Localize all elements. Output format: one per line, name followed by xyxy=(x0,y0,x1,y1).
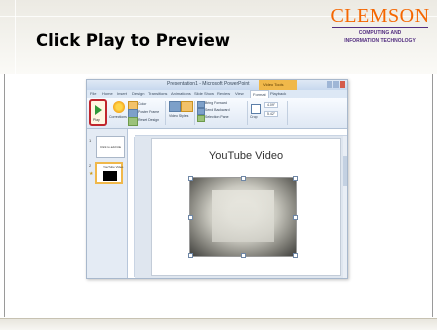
thumbnail-video xyxy=(103,171,117,181)
close-icon[interactable] xyxy=(339,81,345,88)
tab-insert[interactable]: Insert xyxy=(117,91,127,96)
tab-animations[interactable]: Animations xyxy=(171,91,191,96)
send-backward-label[interactable]: Send Backward xyxy=(205,108,230,112)
transition-star-icon: ★ xyxy=(89,171,94,177)
clemson-logo: CLEMSON COMPUTING AND INFORMATION TECHNO… xyxy=(330,6,430,56)
resize-handle[interactable] xyxy=(293,176,298,181)
powerpoint-screenshot: Presentation1 - Microsoft PowerPoint Vid… xyxy=(86,79,348,279)
vertical-scrollbar[interactable] xyxy=(343,136,347,278)
video-styles-label[interactable]: Video Styles xyxy=(169,114,188,118)
logo-wordmark: CLEMSON xyxy=(330,5,430,27)
logo-subtitle-line1: COMPUTING AND xyxy=(358,30,402,36)
resize-handle[interactable] xyxy=(241,253,246,258)
tab-slide-show[interactable]: Slide Show xyxy=(194,91,214,96)
height-field[interactable]: 4.09" xyxy=(264,102,279,108)
slide-thumbnail-1[interactable]: Click to add title xyxy=(96,136,125,158)
selection-pane-icon[interactable] xyxy=(197,115,205,122)
thumbnail-number: 2 xyxy=(89,163,92,168)
crop-icon[interactable] xyxy=(251,104,261,114)
video-shape-icon[interactable] xyxy=(181,101,193,112)
ppt-window-title: Presentation1 - Microsoft PowerPoint xyxy=(167,81,250,87)
ribbon-separator xyxy=(247,101,248,125)
crop-label[interactable]: Crop xyxy=(250,115,258,119)
logo-subtitle-line2: INFORMATION TECHNOLOGY xyxy=(344,38,416,44)
scrollbar-thumb[interactable] xyxy=(343,156,347,186)
selection-pane-label[interactable]: Selection Pane xyxy=(205,115,229,119)
ribbon: Play Corrections Color Poster Frame Rese… xyxy=(87,98,347,129)
context-tab-label: Video Tools xyxy=(263,82,284,87)
minimize-icon[interactable] xyxy=(327,81,333,88)
play-label: Play xyxy=(93,118,100,122)
horizontal-ruler xyxy=(135,129,347,136)
resize-handle[interactable] xyxy=(188,176,193,181)
video-placeholder[interactable] xyxy=(188,176,298,258)
video-tools-context-tab: Video Tools xyxy=(259,80,297,90)
play-button[interactable]: Play xyxy=(89,99,107,126)
reset-design-icon[interactable] xyxy=(128,117,138,126)
slide-thumbnail-2[interactable]: YouTube Video xyxy=(95,162,123,184)
slide-thumbnails-pane: 1 Click to add title 2 ★ YouTube Video xyxy=(87,129,128,278)
tab-home[interactable]: Home xyxy=(102,91,113,96)
ribbon-tabs: File Home Insert Design Transitions Anim… xyxy=(87,90,347,98)
tab-design[interactable]: Design xyxy=(132,91,144,96)
tab-playback[interactable]: Playback xyxy=(270,91,286,96)
bring-forward-label[interactable]: Bring Forward xyxy=(205,101,227,105)
slide-page: YouTube Video xyxy=(151,138,341,276)
corrections-label[interactable]: Corrections xyxy=(109,115,127,119)
send-backward-icon[interactable] xyxy=(197,108,205,115)
tab-file[interactable]: File xyxy=(90,91,96,96)
tab-transitions[interactable]: Transitions xyxy=(148,91,167,96)
bring-forward-icon[interactable] xyxy=(197,101,205,108)
ppt-title-bar: Presentation1 - Microsoft PowerPoint Vid… xyxy=(87,80,347,90)
resize-handle[interactable] xyxy=(188,253,193,258)
reset-design-label[interactable]: Reset Design xyxy=(138,118,159,122)
resize-handle[interactable] xyxy=(293,253,298,258)
slide-title: Click Play to Preview xyxy=(36,31,231,50)
header-grid-line xyxy=(15,0,16,74)
width-field[interactable]: 5.42" xyxy=(264,111,279,117)
ribbon-separator xyxy=(287,101,288,125)
window-controls[interactable] xyxy=(327,81,345,88)
poster-frame-label[interactable]: Poster Frame xyxy=(138,110,159,114)
thumbnail-caption: YouTube Video xyxy=(103,165,124,169)
frame-border-bottom xyxy=(0,318,437,330)
frame-border-right xyxy=(432,74,433,317)
tab-review[interactable]: Review xyxy=(217,91,230,96)
video-style-icon[interactable] xyxy=(169,101,181,112)
ribbon-separator xyxy=(165,101,166,125)
thumbnail-caption: Click to add title xyxy=(100,145,122,149)
resize-handle[interactable] xyxy=(188,215,193,220)
corrections-icon[interactable] xyxy=(113,101,125,113)
play-icon xyxy=(95,105,102,115)
logo-divider xyxy=(332,27,428,28)
tab-format[interactable]: Format xyxy=(250,90,269,98)
slide: Click Play to Preview CLEMSON COMPUTING … xyxy=(0,0,437,330)
thumbnail-number: 1 xyxy=(89,138,92,143)
ribbon-separator xyxy=(194,101,195,125)
resize-handle[interactable] xyxy=(241,176,246,181)
maximize-icon[interactable] xyxy=(333,81,339,88)
video-frame xyxy=(212,190,274,242)
resize-handle[interactable] xyxy=(293,215,298,220)
tab-view[interactable]: View xyxy=(235,91,244,96)
frame-border-left xyxy=(4,74,5,317)
slide-page-title[interactable]: YouTube Video xyxy=(152,150,340,162)
color-label[interactable]: Color xyxy=(138,102,146,106)
